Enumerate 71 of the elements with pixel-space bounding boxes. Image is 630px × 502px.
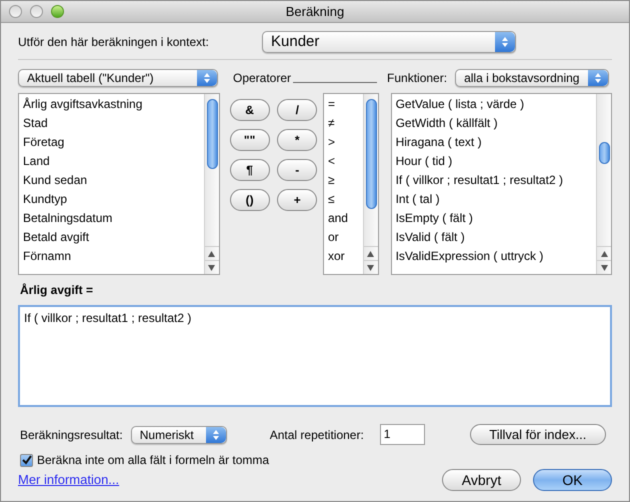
minimize-icon[interactable] [30,5,43,18]
list-item[interactable]: Betalningsdatum [23,209,204,228]
list-item[interactable]: xor [328,247,363,266]
scroll-thumb[interactable] [366,99,377,209]
scrollbar[interactable] [204,94,219,274]
scroll-thumb[interactable] [599,142,610,164]
list-item[interactable]: Int ( tal ) [396,190,596,209]
list-item[interactable]: ≠ [328,114,363,133]
list-item[interactable]: Förnamn [23,247,204,266]
list-item[interactable]: < [328,152,363,171]
dialog-button[interactable]: Avbryt [442,469,521,491]
operator-button[interactable]: "" [230,129,270,151]
list-item[interactable]: Årlig avgiftsavkastning [23,95,204,114]
popup-arrows-icon [594,72,602,84]
list-item[interactable]: If ( villkor ; resultat1 ; resultat2 ) [396,171,596,190]
functions-popup[interactable]: alla i bokstavsordning [455,69,610,87]
list-item[interactable]: Hiragana ( text ) [396,133,596,152]
zoom-icon[interactable] [51,5,64,18]
functions-label: Funktioner: [387,70,448,87]
popup-arrows-icon [501,36,509,48]
list-item[interactable]: ≤ [328,190,363,209]
formula-label: Årlig avgift = [19,282,94,299]
operator-button[interactable]: - [277,159,318,181]
table-popup[interactable]: Aktuell tabell ("Kunder") [18,69,218,87]
result-label: Beräkningsresultat: [20,426,123,444]
operators-label: Operatorer [233,70,292,87]
list-item[interactable]: Stad [23,114,204,133]
scroll-up-icon[interactable] [597,246,611,260]
operator-button[interactable]: + [277,189,318,211]
scrollbar[interactable] [596,94,611,274]
list-item[interactable]: IsEmpty ( fält ) [396,209,596,228]
scrollbar[interactable] [362,94,378,274]
context-popup[interactable]: Kunder [262,31,516,53]
index-options-button[interactable]: Tillval för index... [470,424,606,445]
operator-button[interactable]: () [230,189,270,211]
list-item[interactable]: IsValid ( fält ) [396,228,596,247]
list-item[interactable]: ≥ [328,171,363,190]
dialog-button[interactable]: OK [533,469,612,491]
operator-button[interactable]: * [277,129,318,151]
operator-button[interactable]: ¶ [230,159,270,181]
list-item[interactable]: GetWidth ( källfält ) [396,114,596,133]
more-info-link[interactable]: Mer information... [18,470,120,489]
list-item[interactable]: > [328,133,363,152]
operator-button[interactable]: / [277,99,318,121]
popup-arrows-icon [212,428,220,440]
list-item[interactable]: Kundtyp [23,190,204,209]
scroll-up-icon[interactable] [364,246,378,260]
list-item[interactable]: or [328,228,363,247]
formula-field[interactable]: If ( villkor ; resultat1 ; resultat2 ) [18,305,612,407]
result-popup[interactable]: Numeriskt [130,426,227,444]
list-item[interactable]: IsValidExpression ( uttryck ) [396,247,596,266]
operator-button[interactable]: & [230,99,270,121]
list-item[interactable]: = [328,95,363,114]
checkmark-icon [22,455,32,465]
scroll-up-icon[interactable] [204,246,219,260]
list-item[interactable]: Kund sedan [23,171,204,190]
list-item[interactable]: GetValue ( lista ; värde ) [396,95,596,114]
context-label: Utför den här beräkningen i kontext: [18,34,210,51]
checkbox-label: Beräkna inte om alla fält i formeln är tomma [37,452,270,469]
list-item[interactable]: Hour ( tid ) [396,152,596,171]
repetitions-field[interactable]: 1 [380,424,425,445]
checkbox[interactable] [20,454,33,466]
popup-arrows-icon [203,72,211,84]
list-item[interactable]: Betald avgift [23,228,204,247]
repetitions-label: Antal repetitioner: [270,426,364,444]
close-icon[interactable] [9,5,22,18]
list-item[interactable]: and [328,209,363,228]
window-title: Beräkning [286,2,344,21]
scroll-thumb[interactable] [206,99,218,169]
list-item[interactable]: Land [23,152,204,171]
list-item[interactable]: Företag [23,133,204,152]
